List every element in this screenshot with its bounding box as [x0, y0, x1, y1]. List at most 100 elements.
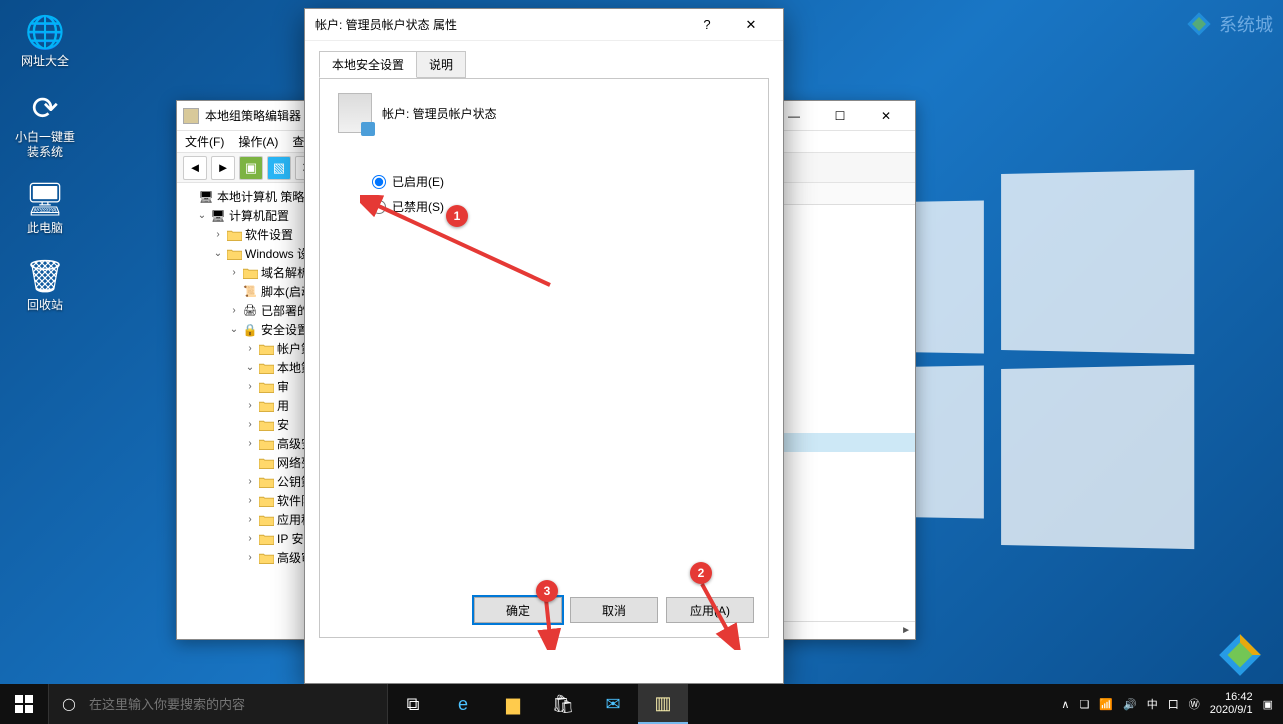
watermark-top-right: 系统城 — [1185, 10, 1273, 38]
tray-icon[interactable]: 中 — [1147, 696, 1158, 712]
apply-button[interactable]: 应用(A) — [666, 597, 754, 623]
back-button[interactable]: ◄ — [183, 156, 207, 180]
folder-icon: 🖥 — [210, 208, 226, 224]
up-button[interactable]: ▣ — [239, 156, 263, 180]
watermark-bottom-right — [1215, 630, 1265, 680]
tab-explain[interactable]: 说明 — [416, 51, 466, 78]
tree-label: 计算机配置 — [229, 207, 289, 224]
tree-caret[interactable]: › — [229, 267, 239, 278]
tree-caret[interactable]: › — [245, 419, 255, 430]
tree-caret[interactable]: › — [245, 343, 255, 354]
tree-caret[interactable]: › — [245, 533, 255, 544]
tray-icon[interactable]: Ⓦ — [1189, 696, 1200, 712]
forward-button[interactable]: ► — [211, 156, 235, 180]
close-button[interactable]: ✕ — [729, 9, 773, 41]
properties-sheet: 帐户: 管理员帐户状态 已启用(E)已禁用(S) 确定 取消 应用(A) — [319, 78, 769, 638]
taskbar-clock[interactable]: 16:42 2020/9/1 — [1210, 691, 1253, 716]
desktop-icon-label: 此电脑 — [27, 221, 63, 235]
folder-icon — [258, 474, 274, 490]
taskbar-explorer-icon[interactable]: ▆ — [488, 684, 538, 724]
action-center-icon[interactable]: ▣ — [1263, 698, 1273, 711]
desktop-icon-glyph: 🖥 — [23, 177, 67, 221]
taskbar-edge-icon[interactable]: e — [438, 684, 488, 724]
desktop-icon-glyph: 🌐 — [23, 10, 67, 54]
tree-caret[interactable]: › — [245, 476, 255, 487]
tree-label: 安全设置 — [261, 321, 309, 338]
taskbar-store-icon[interactable]: 🛍 — [538, 684, 588, 724]
folder-icon — [258, 436, 274, 452]
annotation-badge-1: 1 — [446, 205, 468, 227]
folder-icon — [242, 265, 258, 281]
tree-label: 用 — [277, 397, 289, 414]
folder-icon — [258, 455, 274, 471]
properties-title: 帐户: 管理员帐户状态 属性 — [315, 16, 457, 33]
cancel-button[interactable]: 取消 — [570, 597, 658, 623]
tree-caret[interactable]: › — [213, 229, 223, 240]
tree-caret[interactable]: ⌄ — [197, 210, 207, 221]
radio-input[interactable] — [372, 175, 386, 189]
close-button[interactable]: ✕ — [863, 101, 909, 131]
taskbar-mail-icon[interactable]: ✉ — [588, 684, 638, 724]
folder-icon — [258, 379, 274, 395]
policy-icon — [338, 93, 372, 133]
desktop-icon-label: 网址大全 — [21, 54, 69, 68]
tree-label: 软件设置 — [245, 226, 293, 243]
desktop-icon[interactable]: ⟳小白一键重装系统 — [10, 86, 80, 159]
radio-enabled[interactable]: 已启用(E) — [372, 173, 750, 190]
desktop-icon[interactable]: 🌐网址大全 — [10, 10, 80, 68]
tree-label: 已部署的 — [261, 302, 309, 319]
tree-label: 安 — [277, 416, 289, 433]
tray-icon[interactable]: 📶 — [1099, 698, 1113, 711]
tray-icon[interactable]: 🔊 — [1123, 698, 1137, 711]
properties-titlebar[interactable]: 帐户: 管理员帐户状态 属性 ? ✕ — [305, 9, 783, 41]
tree-caret[interactable]: › — [245, 400, 255, 411]
desktop-icon-glyph: ⟳ — [23, 86, 67, 130]
tree-caret[interactable]: ⌄ — [213, 248, 223, 259]
task-view-button[interactable]: ⧉ — [388, 684, 438, 724]
desktop-icon-label: 回收站 — [27, 298, 63, 312]
radio-disabled[interactable]: 已禁用(S) — [372, 198, 750, 215]
desktop-icon-label: 小白一键重装系统 — [10, 130, 80, 159]
start-button[interactable] — [0, 684, 48, 724]
tab-local-security[interactable]: 本地安全设置 — [319, 51, 417, 78]
tree-caret[interactable]: › — [245, 552, 255, 563]
radio-input[interactable] — [372, 200, 386, 214]
search-icon: ◯ — [49, 697, 89, 711]
folder-icon — [226, 246, 242, 262]
taskbar-search[interactable]: ◯ — [48, 684, 388, 724]
folder-icon: 📜 — [242, 284, 258, 300]
menu-item[interactable]: 文件(F) — [185, 133, 224, 150]
taskbar: ◯ ⧉ e ▆ 🛍 ✉ ▥ ∧ ❏ 📶 🔊 中口 Ⓦ 16:42 2020/9/1 ▣ — [0, 684, 1283, 724]
policy-name: 帐户: 管理员帐户状态 — [382, 105, 497, 122]
desktop-icon[interactable]: 🗑回收站 — [10, 254, 80, 312]
tray-icon[interactable]: 口 — [1168, 696, 1179, 712]
gpedit-icon — [183, 108, 199, 124]
props-button[interactable]: ▧ — [267, 156, 291, 180]
search-input[interactable] — [89, 697, 387, 712]
tray-icon[interactable]: ❏ — [1079, 698, 1089, 711]
tree-caret[interactable]: › — [229, 305, 239, 316]
tree-caret[interactable]: › — [245, 514, 255, 525]
menu-item[interactable]: 操作(A) — [238, 133, 278, 150]
taskbar-notepad-icon[interactable]: ▥ — [638, 684, 688, 724]
folder-icon: 🖥 — [198, 189, 214, 205]
tree-caret[interactable]: › — [245, 495, 255, 506]
tree-caret[interactable]: ⌄ — [245, 362, 255, 373]
tree-label: 域名解析 — [261, 264, 309, 281]
desktop-icons: 🌐网址大全 ⟳小白一键重装系统 🖥此电脑 🗑回收站 — [10, 10, 80, 312]
folder-icon: 🖨 — [242, 303, 258, 319]
tray-icon[interactable]: ∧ — [1061, 698, 1069, 711]
annotation-badge-3: 3 — [536, 580, 558, 602]
tree-caret[interactable]: ⌄ — [229, 324, 239, 335]
desktop-icon[interactable]: 🖥此电脑 — [10, 177, 80, 235]
folder-icon — [258, 512, 274, 528]
folder-icon — [258, 398, 274, 414]
help-button[interactable]: ? — [685, 9, 729, 41]
maximize-button[interactable]: ☐ — [817, 101, 863, 131]
desktop-icon-glyph: 🗑 — [23, 254, 67, 298]
folder-icon — [258, 360, 274, 376]
tree-caret[interactable]: › — [245, 438, 255, 449]
tree-caret[interactable]: › — [245, 381, 255, 392]
radio-label: 已启用(E) — [392, 173, 444, 190]
radio-label: 已禁用(S) — [392, 198, 444, 215]
